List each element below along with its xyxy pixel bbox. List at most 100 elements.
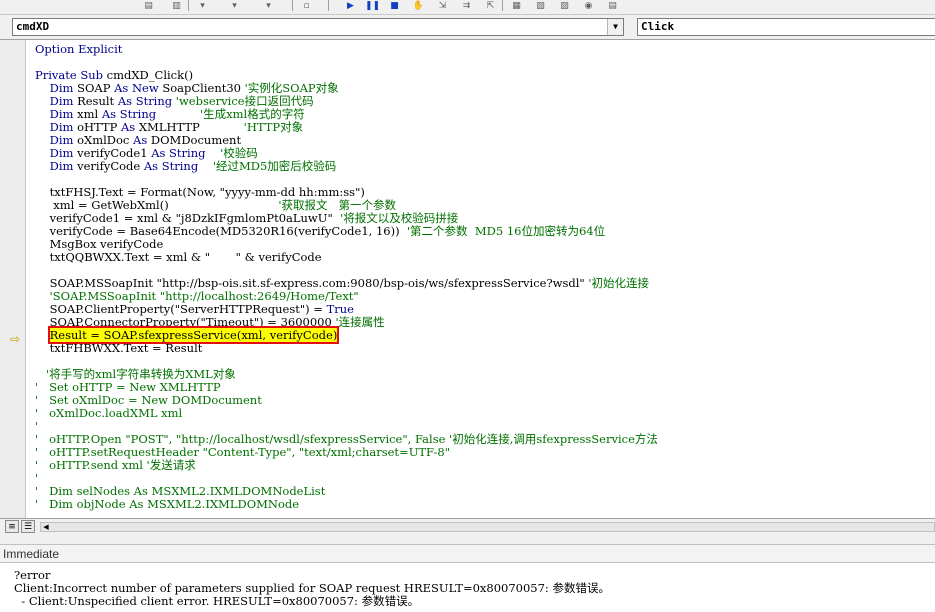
code-token: DOMDocument (150, 133, 242, 147)
code-token: xml (77, 107, 102, 121)
code-line[interactable]: txtQQBWXX.Text = xml & " " & verifyCode (35, 251, 658, 264)
code-keyword: As String (151, 146, 221, 160)
list-constants-icon[interactable]: ▾ (228, 0, 241, 11)
code-keyword: As New (114, 81, 163, 95)
code-line[interactable]: Option Explicit (35, 43, 658, 56)
code-token: SOAP.MSSoapInit "http://bsp-ois.sit.sf-e… (35, 276, 589, 290)
list-properties-icon[interactable]: ▾ (196, 0, 209, 11)
code-token: Result (77, 94, 118, 108)
run-icon[interactable]: ▶ (344, 0, 357, 11)
code-comment: ' oXmlDoc.loadXML xml (35, 406, 183, 420)
object-combo[interactable]: cmdXD ▼ (12, 18, 624, 36)
code-token: SoapClient30 (162, 81, 245, 95)
code-keyword: True (326, 302, 354, 316)
code-keyword: Dim (35, 133, 78, 147)
code-comment: '将手写的xml字符串转换为XML对象 (35, 367, 236, 381)
code-token: SOAP.ConnectorProperty("Timeout") = 3600… (35, 315, 336, 329)
toolbar-separator (328, 0, 329, 11)
call-stack-icon[interactable]: ▤ (606, 0, 619, 11)
code-line[interactable]: ' oHTTP.send xml '发送请求 (35, 459, 658, 472)
code-token: verifyCode1 = xml & "j8DzkIFgmlomPt0aLuw… (35, 211, 341, 225)
code-token: txtFHBWXX.Text = Result (35, 341, 203, 355)
scroll-left-icon[interactable]: ◀ (41, 523, 51, 531)
code-token: SOAP.ClientProperty("ServerHTTPRequest")… (35, 302, 327, 316)
code-keyword: Dim (35, 94, 78, 108)
code-token: XMLHTTP (138, 120, 244, 134)
code-comment: ' oHTTP.Open "POST", "http://localhost/w… (35, 432, 658, 446)
procedure-view-icon[interactable]: ≡ (5, 520, 19, 533)
code-token: SOAP (77, 81, 115, 95)
code-comment: ' oHTTP.send xml '发送请求 (35, 458, 196, 472)
horizontal-scrollbar[interactable]: ◀ (40, 522, 935, 532)
outdent-icon[interactable]: ▥ (170, 0, 183, 11)
immediate-output[interactable]: ?error Client:Incorrect number of paramet… (14, 569, 610, 608)
toolbar-separator (502, 0, 503, 11)
code-editor[interactable]: ⇨ Option Explicit Private Sub cmdXD_Clic… (0, 39, 935, 518)
code-keyword: Dim (35, 120, 78, 134)
code-comment: '将报文以及校验码拼接 (340, 211, 459, 225)
locals-window-icon[interactable]: ▦ (510, 0, 523, 11)
code-token: txtQQBWXX.Text = xml & " " & verifyCode (35, 250, 322, 264)
code-comment: '生成xml格式的字符 (200, 107, 305, 121)
reset-icon[interactable]: ■ (388, 0, 401, 11)
code-comment: 'HTTP对象 (243, 120, 304, 134)
code-toolbar: ▤ ▥ ▾ ▾ ▾ ▫ ▶ ❚❚ ■ ✋ ⇲ ⇉ ⇱ ▦ ▧ ▨ ◉ ▤ (0, 0, 935, 15)
design-mode-icon[interactable]: ✋ (412, 0, 425, 11)
object-combo-value: cmdXD (16, 20, 50, 33)
execution-arrow-icon: ⇨ (10, 332, 21, 346)
immediate-window-title: Immediate (0, 544, 935, 563)
step-into-icon[interactable]: ⇲ (436, 0, 449, 11)
full-module-view-icon[interactable]: ☰ (21, 520, 35, 533)
code-keyword: As String (143, 159, 213, 173)
code-window-footer: ≡ ☰ ◀ (0, 518, 935, 534)
code-comment: ' Dim selNodes As MSXML2.IXMLDOMNodeList (35, 484, 326, 498)
code-line[interactable]: ' oXmlDoc.loadXML xml (35, 407, 658, 420)
code-keyword: As String (117, 94, 176, 108)
code-keyword: Dim (35, 81, 78, 95)
code-keyword: As (133, 133, 151, 147)
code-keyword: Private Sub (35, 68, 107, 82)
indent-icon[interactable]: ▤ (142, 0, 155, 11)
toolbar-separator (188, 0, 189, 11)
immediate-window[interactable]: ?error Client:Incorrect number of paramet… (0, 563, 935, 612)
code-token: verifyCode1 (77, 146, 152, 160)
code-comment: '实例化SOAP对象 (244, 81, 339, 95)
code-comment: '初始化连接 (588, 276, 650, 290)
code-token: MsgBox verifyCode (35, 237, 164, 251)
code-comment: 'webservice接口返回代码 (175, 94, 314, 108)
code-comment: '校验码 (220, 146, 258, 160)
procedure-combo-value: Click (641, 20, 675, 33)
current-statement: Result = SOAP.sfexpressService(xml, veri… (47, 326, 340, 344)
code-token: oHTTP (77, 120, 121, 134)
toolbar-separator (292, 0, 293, 11)
procedure-combo[interactable]: Click (637, 18, 935, 36)
code-comment: ' Dim objNode As MSXML2.IXMLDOMNode (35, 497, 300, 511)
code-token: xml = GetWebXml() (35, 198, 279, 212)
code-comment: ' (35, 419, 39, 433)
quick-watch-icon[interactable]: ◉ (582, 0, 595, 11)
code-keyword: As (121, 120, 139, 134)
code-comment: ' (35, 471, 39, 485)
quick-info-icon[interactable]: ▾ (262, 0, 275, 11)
code-comment: '获取报文 第一个参数 (278, 198, 397, 212)
code-text[interactable]: Option Explicit Private Sub cmdXD_Click(… (35, 43, 658, 511)
code-line[interactable]: txtFHBWXX.Text = Result (35, 342, 658, 355)
watch-window-icon[interactable]: ▨ (558, 0, 571, 11)
break-icon[interactable]: ❚❚ (365, 0, 380, 11)
step-over-icon[interactable]: ⇉ (460, 0, 473, 11)
margin-indicator-bar[interactable] (0, 40, 26, 518)
step-out-icon[interactable]: ⇱ (484, 0, 497, 11)
code-comment: '经过MD5加密后校验码 (212, 159, 337, 173)
code-comment: 'SOAP.MSSoapInit "http://localhost:2649/… (35, 289, 359, 303)
code-token: verifyCode = Base64Encode(MD5320R16(veri… (35, 224, 407, 238)
code-line[interactable]: Dim verifyCode As String '经过MD5加密后校验码 (35, 160, 658, 173)
code-token: verifyCode (77, 159, 144, 173)
immediate-window-icon[interactable]: ▧ (534, 0, 547, 11)
code-line[interactable]: ' Dim objNode As MSXML2.IXMLDOMNode (35, 498, 658, 511)
code-keyword: Option Explicit (35, 42, 123, 56)
procedure-bar: cmdXD ▼ Click (0, 15, 935, 39)
code-keyword: As String (101, 107, 200, 121)
code-keyword: Dim (35, 146, 78, 160)
parameter-info-icon[interactable]: ▫ (300, 0, 313, 11)
chevron-down-icon[interactable]: ▼ (607, 19, 623, 35)
